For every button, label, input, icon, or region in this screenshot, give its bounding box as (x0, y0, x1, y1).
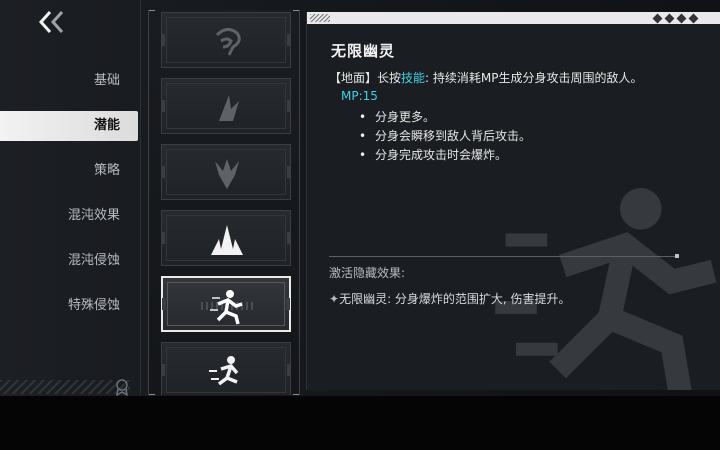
hidden-effect-body: 无限幽灵: 分身爆炸的范围扩大, 伤害提升。 (339, 292, 571, 306)
double-chevron-left-icon (38, 10, 64, 34)
frame-tick (293, 10, 299, 11)
hatch-decoration (0, 380, 130, 394)
slash-burst-icon (219, 95, 239, 121)
effect-item: 分身更多。 (359, 108, 531, 127)
hidden-effect-text: ✦无限幽灵: 分身爆炸的范围扩大, 伤害提升。 (329, 290, 571, 307)
category-strategy[interactable]: 策略 (0, 156, 138, 186)
skill-title: 无限幽灵 (331, 42, 396, 60)
frame-tick (293, 394, 299, 395)
phantom-runner-emblem-icon (495, 188, 717, 390)
skill-card-3[interactable] (161, 144, 291, 200)
effect-item: 分身会瞬移到敌人背后攻击。 (359, 127, 531, 146)
divider-dot (675, 254, 679, 258)
skill-card-6[interactable] (161, 342, 291, 395)
panel-header (307, 12, 720, 24)
category-chaos-erosion[interactable]: 混沌侵蚀 (0, 246, 138, 276)
menu-divider (140, 0, 141, 395)
skill-description: 【地面】长按技能: 持续消耗MP生成分身攻击周围的敌人。 MP:15 (329, 69, 669, 105)
desc-post: : 持续消耗MP生成分身攻击周围的敌人。 (425, 71, 643, 85)
flame-burst-icon (215, 159, 239, 189)
diamond-icon (652, 13, 663, 23)
category-chaos-effect[interactable]: 混沌效果 (0, 201, 138, 231)
category-basic[interactable]: 基础 (0, 66, 138, 96)
sparkle-icon: ✦ (329, 292, 340, 306)
skill-card-1[interactable] (161, 12, 291, 68)
skill-card-2[interactable] (161, 78, 291, 134)
desc-pre: 长按 (377, 71, 402, 85)
diamond-icon (664, 13, 675, 23)
category-special-erosion[interactable]: 特殊侵蚀 (0, 291, 138, 321)
skill-card-5[interactable] (161, 276, 291, 332)
seal-icon (116, 379, 128, 396)
game-screen: 基础 潜能 策略 混沌效果 混沌侵蚀 特殊侵蚀 无限幽灵 【地面】长按技能: 持… (0, 0, 720, 450)
divider (329, 256, 679, 257)
diamond-icon (676, 13, 687, 23)
frame-tick (149, 10, 155, 11)
frame-tick (149, 394, 155, 395)
skill-list[interactable] (148, 10, 300, 395)
desc-keyword: 技能 (401, 71, 426, 85)
phantom-runner-icon (210, 290, 243, 325)
effect-item: 分身完成攻击时会爆炸。 (359, 146, 531, 165)
spike-burst-icon (211, 225, 243, 255)
hidden-effect-title: 激活隐藏效果: (329, 266, 406, 280)
diamond-icon (688, 13, 699, 23)
back-button[interactable] (36, 8, 76, 36)
skill-card-4[interactable] (161, 210, 291, 266)
spiral-claw-icon (215, 28, 241, 56)
desc-tag: 【地面】 (329, 71, 378, 85)
effect-list: 分身更多。 分身会瞬移到敌人背后攻击。 分身完成攻击时会爆炸。 (359, 108, 531, 165)
bottom-bar (0, 396, 720, 450)
mp-cost: MP:15 (341, 89, 378, 103)
skill-detail-panel: 无限幽灵 【地面】长按技能: 持续消耗MP生成分身攻击周围的敌人。 MP:15 分… (306, 12, 720, 390)
category-potential[interactable]: 潜能 (0, 111, 138, 141)
dash-runner-icon (209, 356, 239, 386)
